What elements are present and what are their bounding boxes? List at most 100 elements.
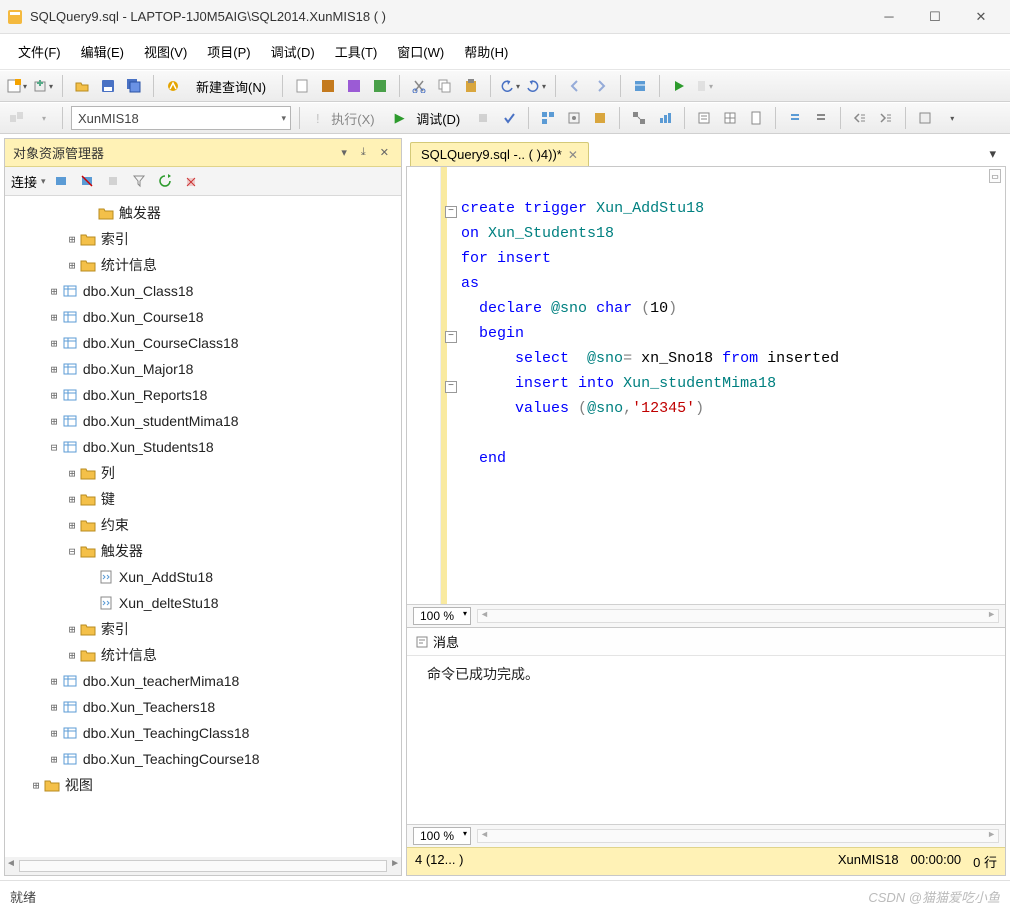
expand-icon[interactable]: ⊞ bbox=[65, 259, 79, 272]
tab-overflow-icon[interactable]: ▾ bbox=[979, 142, 1006, 166]
code-editor[interactable]: −create trigger Xun_AddStu18 on Xun_Stud… bbox=[407, 167, 1005, 604]
panel-close-icon[interactable]: ✕ bbox=[376, 146, 393, 159]
tab-close-icon[interactable]: ✕ bbox=[568, 148, 578, 162]
add-item-button[interactable] bbox=[32, 75, 54, 97]
messages-zoom-combo[interactable]: 100 % bbox=[413, 827, 471, 845]
messages-tab[interactable]: 消息 bbox=[407, 628, 1005, 656]
editor-hscroll[interactable] bbox=[477, 609, 999, 623]
tree-node[interactable]: ⊞ 列 bbox=[5, 460, 401, 486]
debug-button[interactable]: ▶ 调试(D) bbox=[387, 106, 469, 130]
results-grid-icon[interactable] bbox=[719, 107, 741, 129]
cut-icon[interactable] bbox=[408, 75, 430, 97]
zoom-combo[interactable]: 100 % bbox=[413, 607, 471, 625]
panel-dropdown-icon[interactable]: ▾ bbox=[337, 146, 351, 159]
cancel-query-icon[interactable] bbox=[472, 107, 494, 129]
copy-icon[interactable] bbox=[434, 75, 456, 97]
tree-node[interactable]: Xun_delteStu18 bbox=[5, 590, 401, 616]
expand-icon[interactable]: ⊞ bbox=[65, 623, 79, 636]
uncomment-icon[interactable] bbox=[810, 107, 832, 129]
tree-node[interactable]: ⊞ 统计信息 bbox=[5, 642, 401, 668]
expand-icon[interactable]: ⊟ bbox=[47, 441, 61, 454]
specify-values-icon[interactable] bbox=[914, 107, 936, 129]
properties-icon[interactable] bbox=[629, 75, 651, 97]
expand-icon[interactable]: ⊟ bbox=[65, 545, 79, 558]
menu-project[interactable]: 项目(P) bbox=[197, 38, 260, 65]
db-engine-query-icon[interactable] bbox=[291, 75, 313, 97]
est-plan-icon[interactable] bbox=[537, 107, 559, 129]
expand-icon[interactable]: ⊞ bbox=[47, 727, 61, 740]
tree-scroll[interactable]: 触发器⊞ 索引⊞ 统计信息⊞ dbo.Xun_Class18⊞ dbo.Xun_… bbox=[5, 196, 401, 857]
delete-icon[interactable] bbox=[180, 170, 202, 192]
menu-debug[interactable]: 调试(D) bbox=[261, 38, 325, 65]
expand-icon[interactable]: ⊞ bbox=[47, 285, 61, 298]
menu-edit[interactable]: 编辑(E) bbox=[71, 38, 134, 65]
tree-node[interactable]: ⊞ dbo.Xun_Reports18 bbox=[5, 382, 401, 408]
pin-icon[interactable]: ⤓ bbox=[357, 146, 370, 159]
expand-icon[interactable]: ⊞ bbox=[47, 675, 61, 688]
minimize-button[interactable]: ─ bbox=[866, 2, 912, 32]
tree-node[interactable]: ⊞ 键 bbox=[5, 486, 401, 512]
expand-icon[interactable]: ⊞ bbox=[47, 337, 61, 350]
expand-icon[interactable]: ⊞ bbox=[47, 753, 61, 766]
expand-icon[interactable]: ⊞ bbox=[65, 233, 79, 246]
database-combo[interactable]: XunMIS18 bbox=[71, 106, 291, 130]
tree-node[interactable]: ⊞ dbo.Xun_Major18 bbox=[5, 356, 401, 382]
activity-button[interactable] bbox=[162, 75, 184, 97]
menu-view[interactable]: 视图(V) bbox=[134, 38, 197, 65]
menu-help[interactable]: 帮助(H) bbox=[454, 38, 518, 65]
connect-label[interactable]: 连接 bbox=[11, 172, 37, 191]
paste-icon[interactable] bbox=[460, 75, 482, 97]
expand-icon[interactable]: ⊞ bbox=[47, 363, 61, 376]
expand-icon[interactable]: ⊞ bbox=[65, 649, 79, 662]
intellisense-icon[interactable] bbox=[589, 107, 611, 129]
tree-node[interactable]: 触发器 bbox=[5, 200, 401, 226]
split-handle-icon[interactable]: ▭ bbox=[989, 169, 1001, 183]
expand-icon[interactable]: ⊞ bbox=[65, 493, 79, 506]
menu-tools[interactable]: 工具(T) bbox=[325, 38, 388, 65]
nav-back-icon[interactable] bbox=[564, 75, 586, 97]
tree-node[interactable]: ⊞ dbo.Xun_teacherMima18 bbox=[5, 668, 401, 694]
tree-node[interactable]: ⊟ 触发器 bbox=[5, 538, 401, 564]
expand-icon[interactable]: ⊞ bbox=[47, 415, 61, 428]
tree-node[interactable]: ⊟ dbo.Xun_Students18 bbox=[5, 434, 401, 460]
menu-window[interactable]: 窗口(W) bbox=[387, 38, 454, 65]
refresh-icon[interactable] bbox=[154, 170, 176, 192]
nav-fwd-icon[interactable] bbox=[590, 75, 612, 97]
open-button[interactable] bbox=[71, 75, 93, 97]
tree-node[interactable]: ⊞ 视图 bbox=[5, 772, 401, 798]
change-connection-icon[interactable] bbox=[6, 107, 28, 129]
connection-drop-icon[interactable] bbox=[32, 107, 54, 129]
tree-node[interactable]: ⊞ 约束 bbox=[5, 512, 401, 538]
expand-icon[interactable]: ⊞ bbox=[65, 519, 79, 532]
tree-node[interactable]: ⊞ dbo.Xun_Teachers18 bbox=[5, 694, 401, 720]
dmx-query-icon[interactable] bbox=[343, 75, 365, 97]
tree-node[interactable]: ⊞ dbo.Xun_CourseClass18 bbox=[5, 330, 401, 356]
close-button[interactable]: ✕ bbox=[958, 2, 1004, 32]
comment-icon[interactable] bbox=[784, 107, 806, 129]
tree-node[interactable]: ⊞ dbo.Xun_studentMima18 bbox=[5, 408, 401, 434]
execute-button[interactable]: ! 执行(X) bbox=[308, 106, 383, 130]
expand-icon[interactable]: ⊞ bbox=[47, 701, 61, 714]
expand-icon[interactable]: ⊞ bbox=[29, 779, 43, 792]
save-all-button[interactable] bbox=[123, 75, 145, 97]
new-query-button[interactable]: 新建查询(N) bbox=[188, 74, 274, 98]
redo-icon[interactable] bbox=[525, 75, 547, 97]
tree-node[interactable]: ⊞ 索引 bbox=[5, 616, 401, 642]
tree-node[interactable]: ⊞ dbo.Xun_Course18 bbox=[5, 304, 401, 330]
indent-less-icon[interactable] bbox=[849, 107, 871, 129]
parse-icon[interactable] bbox=[498, 107, 520, 129]
tree-node[interactable]: ⊞ 统计信息 bbox=[5, 252, 401, 278]
start-icon[interactable] bbox=[668, 75, 690, 97]
editor-tab[interactable]: SQLQuery9.sql -.. ( )4))* ✕ bbox=[410, 142, 589, 166]
overflow-icon[interactable] bbox=[940, 107, 962, 129]
filter-icon[interactable] bbox=[128, 170, 150, 192]
results-text-icon[interactable] bbox=[693, 107, 715, 129]
tree-node[interactable]: ⊞ 索引 bbox=[5, 226, 401, 252]
actual-plan-icon[interactable] bbox=[628, 107, 650, 129]
indent-more-icon[interactable] bbox=[875, 107, 897, 129]
results-file-icon[interactable] bbox=[745, 107, 767, 129]
expand-icon[interactable]: ⊞ bbox=[65, 467, 79, 480]
tree-node[interactable]: ⊞ dbo.Xun_TeachingClass18 bbox=[5, 720, 401, 746]
tree-node[interactable]: ⊞ dbo.Xun_TeachingCourse18 bbox=[5, 746, 401, 772]
tree-node[interactable]: ⊞ dbo.Xun_Class18 bbox=[5, 278, 401, 304]
